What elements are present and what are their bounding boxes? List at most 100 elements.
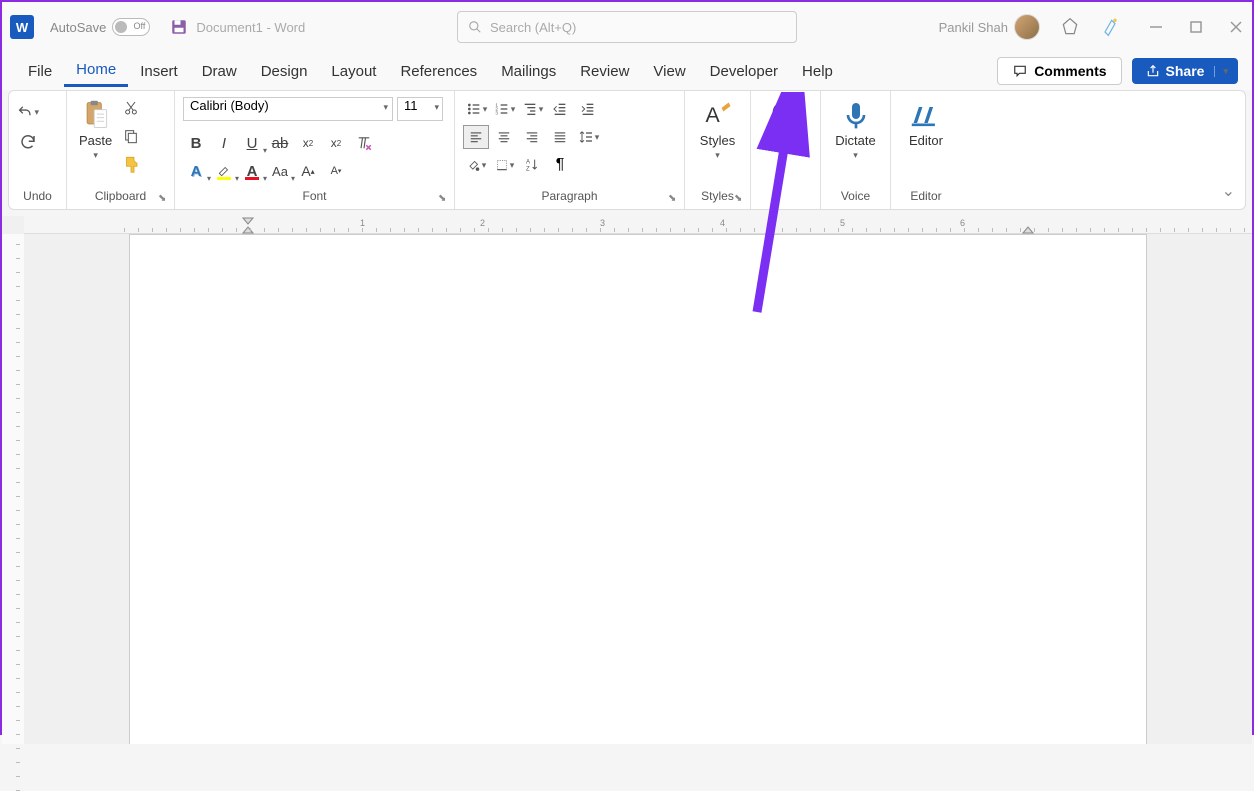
minimize-button[interactable] (1148, 19, 1164, 35)
group-font: Calibri (Body)▾ 11▾ B I U▾ ab x2 x2 A▾ ▾… (175, 91, 455, 209)
paste-icon (80, 99, 112, 131)
tab-file[interactable]: File (16, 57, 64, 86)
avatar (1014, 14, 1040, 40)
change-case-button[interactable]: Aa▾ (267, 159, 293, 183)
title-bar: W AutoSave Off Document1 - Word Search (… (2, 2, 1252, 52)
coming-soon-icon[interactable] (1100, 17, 1120, 37)
multilevel-list-button[interactable]: ▾ (519, 97, 545, 121)
font-name-select[interactable]: Calibri (Body)▾ (183, 97, 393, 121)
tab-home[interactable]: Home (64, 55, 128, 87)
group-editor: Editor Editor (891, 91, 961, 209)
highlight-button[interactable]: ▾ (211, 159, 237, 183)
tab-review[interactable]: Review (568, 57, 641, 86)
copy-button[interactable] (120, 125, 142, 147)
tab-references[interactable]: References (388, 57, 489, 86)
strikethrough-button[interactable]: ab (267, 131, 293, 155)
hanging-indent-marker[interactable] (242, 226, 254, 234)
autosave-toggle[interactable]: AutoSave Off (50, 18, 150, 36)
repeat-button[interactable] (17, 131, 39, 153)
close-button[interactable] (1228, 19, 1244, 35)
styles-button[interactable]: A Styles ▾ (696, 97, 739, 163)
search-input[interactable]: Search (Alt+Q) (457, 11, 797, 43)
font-launcher[interactable]: ⬊ (438, 193, 450, 205)
autosave-label: AutoSave (50, 20, 106, 35)
editing-button[interactable]: Editing ▾ (762, 97, 810, 163)
tab-draw[interactable]: Draw (190, 57, 249, 86)
ribbon: ▾ Undo Paste ▾ Clipboard ⬊ Calibri (Body… (8, 90, 1246, 210)
bold-button[interactable]: B (183, 131, 209, 155)
tab-layout[interactable]: Layout (319, 57, 388, 86)
bullets-button[interactable]: ▾ (463, 97, 489, 121)
find-icon (770, 99, 802, 131)
group-paragraph: ▾ 123▾ ▾ ▾ ▾ ▾ AZ ¶ Paragraph ⬊ (455, 91, 685, 209)
undo-button[interactable]: ▾ (17, 101, 39, 123)
svg-text:A: A (705, 103, 720, 127)
group-styles: A Styles ▾ Styles ⬊ (685, 91, 751, 209)
mic-icon (840, 99, 872, 131)
clear-formatting-button[interactable] (351, 131, 377, 155)
align-center-button[interactable] (491, 125, 517, 149)
share-button[interactable]: Share ▾ (1132, 58, 1238, 84)
tab-developer[interactable]: Developer (698, 57, 790, 86)
line-spacing-button[interactable]: ▾ (575, 125, 601, 149)
shrink-font-button[interactable]: A▾ (323, 159, 349, 183)
svg-text:3: 3 (495, 110, 498, 115)
borders-button[interactable]: ▾ (491, 153, 517, 177)
right-indent-marker[interactable] (1022, 226, 1034, 234)
collapse-ribbon-button[interactable]: ⌄ (1222, 181, 1235, 201)
save-icon[interactable] (170, 18, 188, 36)
tab-insert[interactable]: Insert (128, 57, 190, 86)
user-account[interactable]: Pankil Shah (939, 14, 1040, 40)
tab-view[interactable]: View (641, 57, 697, 86)
vertical-ruler[interactable] (2, 234, 24, 744)
styles-launcher[interactable]: ⬊ (734, 193, 746, 205)
grow-font-button[interactable]: A▴ (295, 159, 321, 183)
horizontal-ruler[interactable]: 1 2 3 4 5 6 (24, 216, 1252, 234)
numbering-button[interactable]: 123▾ (491, 97, 517, 121)
tab-mailings[interactable]: Mailings (489, 57, 568, 86)
shading-button[interactable]: ▾ (463, 153, 489, 177)
paste-button[interactable]: Paste ▾ (75, 97, 116, 163)
chevron-down-icon[interactable]: ▾ (1214, 66, 1228, 77)
share-icon (1146, 64, 1160, 78)
group-voice: Dictate ▾ Voice (821, 91, 891, 209)
toggle-switch[interactable]: Off (112, 18, 150, 36)
italic-button[interactable]: I (211, 131, 237, 155)
styles-icon: A (702, 99, 734, 131)
font-size-select[interactable]: 11▾ (397, 97, 443, 121)
format-painter-button[interactable] (120, 153, 142, 175)
align-left-button[interactable] (463, 125, 489, 149)
underline-button[interactable]: U▾ (239, 131, 265, 155)
clipboard-launcher[interactable]: ⬊ (158, 193, 170, 205)
group-editing: Editing ▾ . (751, 91, 821, 209)
group-undo: ▾ Undo (9, 91, 67, 209)
maximize-button[interactable] (1188, 19, 1204, 35)
word-app-icon: W (10, 15, 34, 39)
ribbon-tabs: File Home Insert Draw Design Layout Refe… (2, 52, 1252, 90)
ruler-corner (2, 216, 24, 234)
paragraph-launcher[interactable]: ⬊ (668, 193, 680, 205)
first-line-indent-marker[interactable] (242, 217, 254, 225)
decrease-indent-button[interactable] (547, 97, 573, 121)
text-effects-button[interactable]: A▾ (183, 159, 209, 183)
sort-button[interactable]: AZ (519, 153, 545, 177)
group-clipboard: Paste ▾ Clipboard ⬊ (67, 91, 175, 209)
show-marks-button[interactable]: ¶ (547, 153, 573, 177)
justify-button[interactable] (547, 125, 573, 149)
premium-icon[interactable] (1060, 17, 1080, 37)
comments-button[interactable]: Comments (997, 57, 1121, 85)
align-right-button[interactable] (519, 125, 545, 149)
editor-icon (910, 99, 942, 131)
subscript-button[interactable]: x2 (295, 131, 321, 155)
tab-design[interactable]: Design (249, 57, 320, 86)
cut-button[interactable] (120, 97, 142, 119)
document-title: Document1 - Word (196, 20, 305, 35)
editor-button[interactable]: Editor (905, 97, 947, 150)
dictate-button[interactable]: Dictate ▾ (831, 97, 879, 163)
page-1[interactable] (129, 234, 1147, 744)
font-color-button[interactable]: A▾ (239, 159, 265, 183)
document-area[interactable] (24, 234, 1252, 744)
superscript-button[interactable]: x2 (323, 131, 349, 155)
increase-indent-button[interactable] (575, 97, 601, 121)
tab-help[interactable]: Help (790, 57, 845, 86)
